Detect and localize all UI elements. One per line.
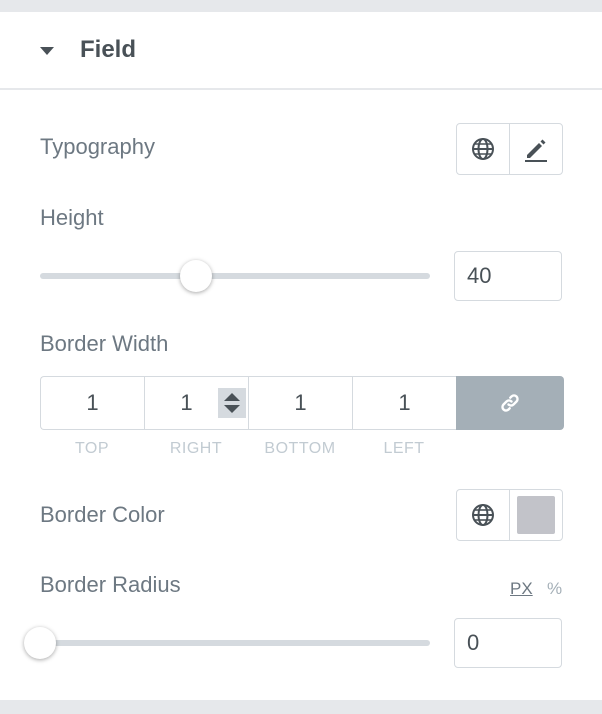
unit-percent-option[interactable]: % [547,579,562,599]
border-width-dimensions [40,376,564,430]
bottom-label: BOTTOM [264,440,336,457]
border-width-left [352,376,456,430]
border-width-bottom-input[interactable] [249,377,352,429]
unit-px-option[interactable]: PX [510,579,533,599]
right-label: RIGHT [169,440,223,457]
section-title: Field [80,36,137,63]
stepper-up-icon[interactable] [224,393,240,401]
border-width-label: Border Width [40,331,169,356]
color-swatch [517,496,555,534]
height-label: Height [40,205,104,230]
typography-controls [456,123,563,175]
stepper-down-icon[interactable] [224,405,240,413]
typography-label: Typography [40,134,155,159]
link-icon [501,394,519,412]
edit-typography-button[interactable] [509,124,562,174]
border-width-top-input[interactable] [41,377,144,429]
number-stepper[interactable] [218,388,246,418]
height-input[interactable] [454,251,562,301]
global-typography-button[interactable] [457,124,509,174]
global-color-button[interactable] [457,490,509,540]
border-width-right [144,376,248,430]
border-width-top [40,376,144,430]
globe-icon [472,504,494,526]
style-panel: Field Typography Height Border Width [0,12,602,700]
border-width-bottom [248,376,352,430]
link-values-button[interactable] [456,376,564,430]
left-label: LEFT [383,440,425,457]
border-width-labels: TOP RIGHT BOTTOM LEFT [40,440,460,458]
caret-down-icon[interactable] [40,47,54,55]
border-width-left-input[interactable] [353,377,456,429]
color-picker-button[interactable] [509,490,562,540]
globe-icon [472,138,494,160]
border-color-controls [456,489,563,541]
border-radius-slider-track[interactable] [40,640,430,646]
height-slider-track[interactable] [40,273,430,279]
border-radius-input[interactable] [454,618,562,668]
top-label: TOP [74,440,110,457]
border-radius-label: Border Radius [40,572,181,597]
height-slider-handle[interactable] [180,260,212,292]
pencil-icon [525,139,547,162]
border-radius-slider-handle[interactable] [24,627,56,659]
border-color-label: Border Color [40,502,165,527]
section-header-field[interactable]: Field [0,12,602,90]
